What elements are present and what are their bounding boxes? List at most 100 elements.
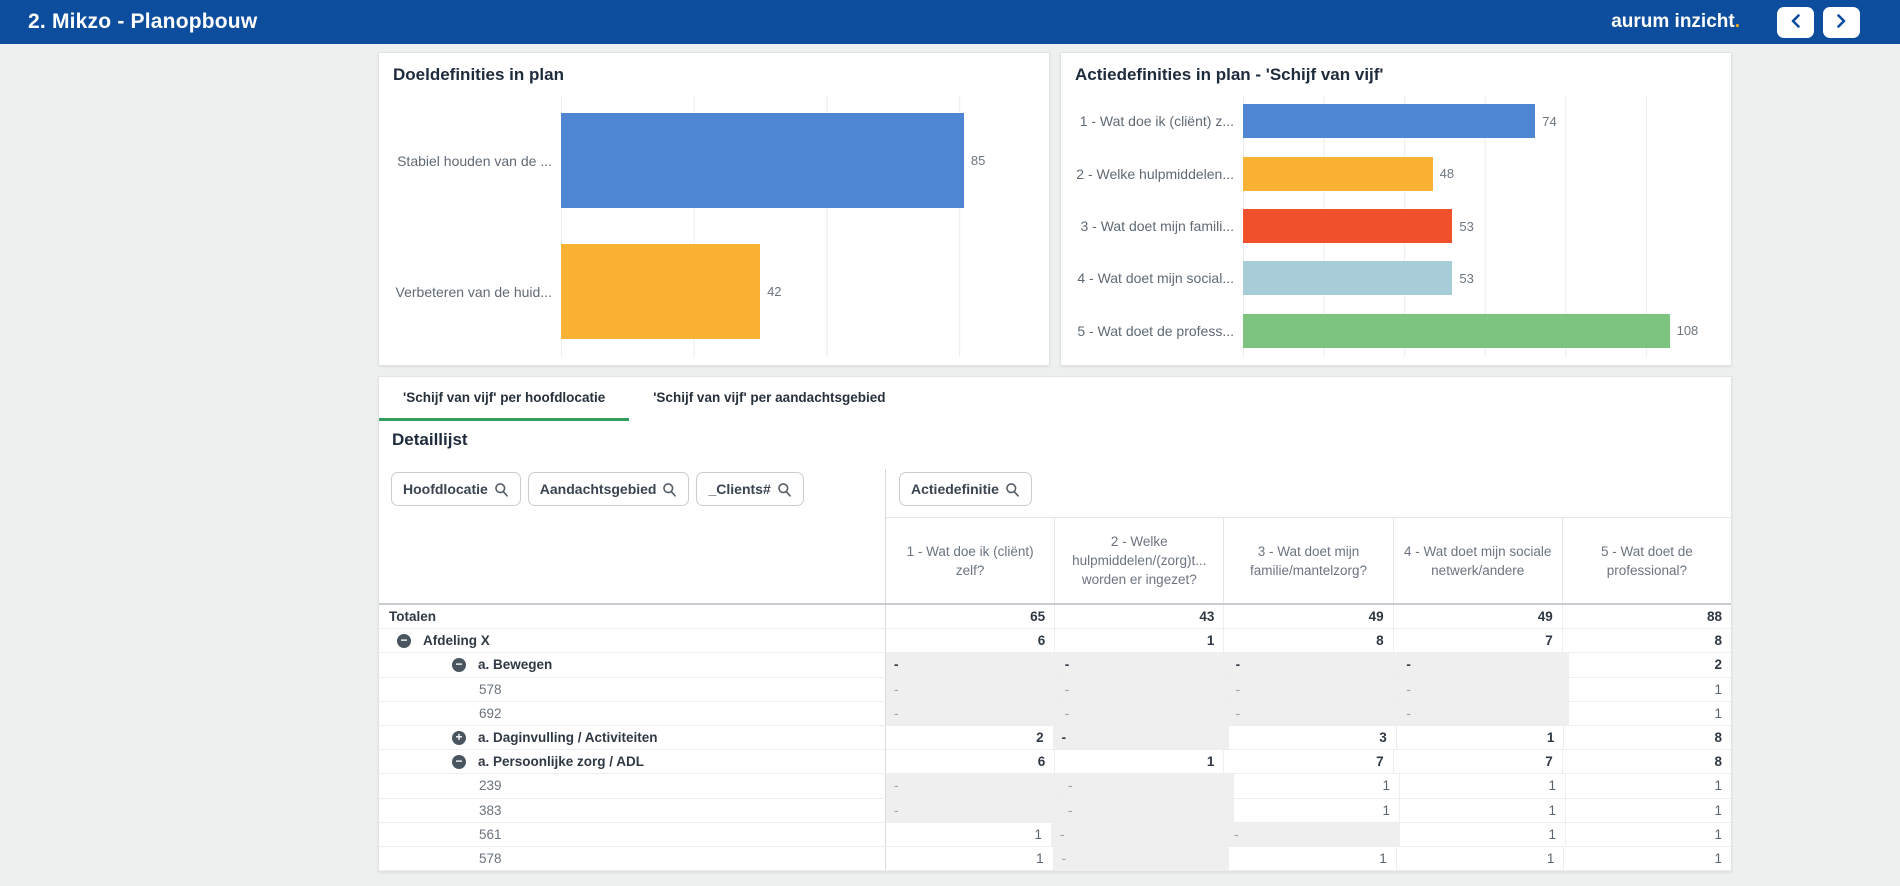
- table-cell: 1: [1233, 774, 1399, 798]
- table-cell: 65: [1030, 609, 1046, 625]
- filter-aandachtsgebied-button[interactable]: Aandachtsgebied: [527, 472, 690, 506]
- bar-2-welke-hulpmiddelen[interactable]: [1243, 156, 1433, 191]
- detail-table-body: Totalen 65 43 49 49 88− Afdeling X 6 1 8 7 8− a. Bew…: [379, 605, 1731, 872]
- chart-card-doeldefinities: Doeldefinities in plan Stabiel houden va…: [378, 52, 1050, 366]
- column-header: 3 - Wat doet mijn familie/mantelzorg?: [1223, 518, 1392, 603]
- filter-button-label: Aandachtsgebied: [539, 481, 657, 497]
- bar-verbeteren-van-de-huid[interactable]: [561, 244, 761, 339]
- collapse-minus-icon[interactable]: −: [452, 657, 466, 672]
- expand-plus-icon[interactable]: +: [452, 730, 466, 745]
- table-cell: -: [1059, 798, 1233, 822]
- tab-schijf-van-vijf-per-aandachtsgebied[interactable]: 'Schijf van vijf' per aandachtsgebied: [629, 377, 909, 421]
- bar-category-label: Verbeteren van de huid...: [395, 283, 552, 300]
- collapse-minus-icon[interactable]: −: [397, 633, 411, 648]
- table-cell: 3: [1228, 725, 1396, 750]
- bar-1-wat-doe-ik-cli-nt-z[interactable]: [1243, 104, 1536, 139]
- bar-row: 5 - Wat doet de profess... 108: [1075, 304, 1717, 358]
- table-row: 561 1- -1 1: [379, 822, 1731, 847]
- bar-row: Verbeteren van de huid... 42: [393, 226, 1035, 357]
- tab-schijf-van-vijf-per-hoofdlocatie[interactable]: 'Schijf van vijf' per hoofdlocatie: [379, 377, 630, 421]
- bar-4-wat-doet-mijn-social[interactable]: [1243, 261, 1453, 296]
- search-icon: [494, 482, 509, 497]
- chart-card-actiedefinities: Actiedefinities in plan - 'Schijf van vi…: [1060, 52, 1732, 366]
- bar-value-label: 42: [767, 284, 782, 299]
- row-label-cell: − Afdeling X: [379, 629, 886, 652]
- bar-row: 4 - Wat doet mijn social... 53: [1075, 252, 1717, 305]
- table-cell: 1: [1565, 774, 1731, 798]
- bar-value-label: 48: [1439, 166, 1455, 182]
- bar-5-wat-doet-de-profess[interactable]: [1243, 313, 1670, 348]
- column-header: 4 - Wat doet mijn sociale netwerk/andere: [1392, 518, 1562, 603]
- bar-track: 53: [1243, 199, 1717, 253]
- table-row: − Afdeling X61878: [379, 629, 1731, 654]
- table-row: + a. Daginvulling / Activiteiten 2-3 1 8: [379, 725, 1731, 751]
- table-cell: -: [1055, 701, 1227, 725]
- search-icon: [1005, 482, 1020, 497]
- bar-track: 53: [1243, 252, 1717, 305]
- bar-track: 48: [1243, 147, 1717, 200]
- filter-actiedefinitie-button[interactable]: Actiedefinitie: [899, 472, 1032, 506]
- bar-track: 42: [561, 226, 1035, 357]
- table-cell: 7: [1392, 750, 1562, 774]
- bar-row: 2 - Welke hulpmiddelen... 48: [1075, 147, 1717, 200]
- chart-title-actiedefinities: Actiedefinities in plan - 'Schijf van vi…: [1075, 65, 1384, 84]
- next-sheet-button[interactable]: [1823, 6, 1860, 38]
- table-cell: 6: [1037, 754, 1046, 770]
- row-label-cell: Totalen: [379, 605, 886, 628]
- table-row: − a. Persoonlijke zorg / ADL 6 1 7 7 8: [379, 750, 1731, 775]
- table-cell: 7: [1223, 750, 1392, 774]
- bar-row: 1 - Wat doe ik (cliënt) z... 74: [1075, 95, 1717, 148]
- table-cell: 88: [1561, 605, 1731, 629]
- actiedefinities-bar-chart: 1 - Wat doe ik (cliënt) z... 74 2 - Welke …: [1075, 95, 1717, 358]
- brand-logo: aurum inzicht.: [1611, 11, 1740, 33]
- bar-category-label: Stabiel houden van de ...: [397, 152, 552, 169]
- table-cell: 1: [1036, 850, 1044, 866]
- table-cell: -: [886, 798, 1059, 822]
- table-cell: -: [886, 774, 1059, 798]
- chart-title-doeldefinities: Doeldefinities in plan: [393, 65, 564, 84]
- tab-bar: 'Schijf van vijf' per hoofdlocatie 'Schij…: [379, 377, 1731, 421]
- header-actions: aurum inzicht.: [1611, 6, 1860, 38]
- table-cell: 8: [1561, 629, 1731, 653]
- table-cell: 1: [1228, 846, 1396, 871]
- bar-track: 108: [1243, 304, 1717, 358]
- bar-3-wat-doet-mijn-famili[interactable]: [1243, 209, 1453, 244]
- table-row: − a. Bewegen - - - -2: [379, 653, 1731, 678]
- bar-row: Stabiel houden van de ... 85: [393, 95, 1035, 226]
- table-cell: -: [1051, 822, 1225, 846]
- table-row: 383- -1 1 1: [379, 798, 1731, 823]
- bar-value-label: 53: [1459, 218, 1474, 234]
- bar-track: 85: [561, 95, 1035, 226]
- filter-button-label: _Clients#: [708, 481, 771, 497]
- row-label-cell: − a. Bewegen: [379, 653, 886, 676]
- table-cell: 49: [1223, 605, 1392, 629]
- bar-category-label: 5 - Wat doet de profess...: [1077, 322, 1234, 339]
- bar-value-label: 108: [1676, 323, 1699, 339]
- table-cell: 1: [1563, 846, 1731, 871]
- table-row: Totalen 65 43 49 49 88: [379, 605, 1731, 630]
- prev-sheet-button[interactable]: [1777, 6, 1814, 38]
- row-label-cell: 561: [379, 823, 886, 846]
- table-cell: 1: [1054, 629, 1223, 653]
- row-label-cell: 383: [379, 799, 886, 822]
- table-cell: -: [886, 653, 1056, 677]
- table-cell: 1: [1565, 822, 1731, 846]
- table-row: 578 1-1 1 1: [379, 846, 1731, 872]
- row-label: 561: [479, 826, 502, 842]
- collapse-minus-icon[interactable]: −: [452, 754, 466, 769]
- column-header: 1 - Wat doe ik (cliënt) zelf?: [906, 543, 1034, 578]
- row-label: Totalen: [389, 609, 436, 625]
- table-cell: 1: [1399, 798, 1565, 822]
- search-icon: [662, 482, 677, 497]
- filter-group-dimensions: Hoofdlocatie Aandachtsgebied _Clients#: [391, 472, 804, 506]
- row-label-cell: + a. Daginvulling / Activiteiten: [379, 726, 886, 749]
- bar-stabiel-houden-van-de[interactable]: [561, 113, 964, 208]
- row-label: 383: [479, 802, 502, 818]
- filter-clients#-button[interactable]: _Clients#: [696, 472, 804, 506]
- table-cell: 7: [1392, 629, 1562, 653]
- search-icon: [777, 482, 792, 497]
- table-cell: 8: [1563, 725, 1731, 750]
- row-label-cell: 692: [379, 702, 886, 725]
- filter-hoofdlocatie-button[interactable]: Hoofdlocatie: [391, 472, 521, 506]
- row-label: a. Bewegen: [478, 657, 553, 673]
